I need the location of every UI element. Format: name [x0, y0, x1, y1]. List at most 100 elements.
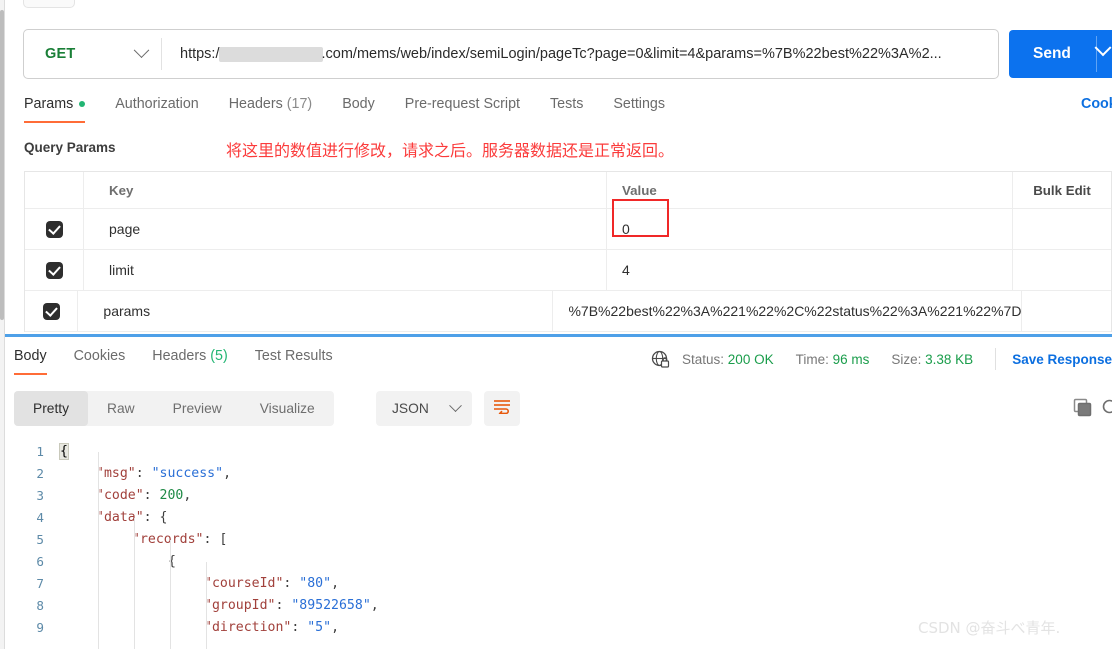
tab-settings[interactable]: Settings [613, 96, 665, 123]
response-tab-body[interactable]: Body [14, 348, 47, 375]
code-token: , [331, 575, 340, 591]
code-token: , [223, 465, 232, 481]
tab-pre-request-script[interactable]: Pre-request Script [405, 96, 520, 123]
bulk-edit-label: Bulk Edit [1033, 182, 1091, 198]
format-tab-raw[interactable]: Raw [88, 391, 154, 426]
tab-count: (5) [210, 348, 228, 364]
row-key-cell[interactable]: limit [84, 250, 607, 290]
language-selector[interactable]: JSON [376, 391, 472, 426]
code-token: "msg" [96, 465, 136, 481]
request-tab-chip[interactable] [23, 0, 75, 8]
row-value-cell[interactable]: %7B%22best%22%3A%221%22%2C%22status%22%3… [553, 291, 1023, 331]
tab-label: Pre-request Script [404, 96, 520, 112]
tab-tests[interactable]: Tests [550, 96, 583, 123]
indent-guide [134, 518, 135, 649]
code-token: [ [219, 531, 228, 547]
tab-label: Params [24, 96, 74, 112]
word-wrap-icon [493, 398, 511, 419]
tab-label: Tests [550, 96, 584, 112]
checkbox-checked-icon[interactable] [42, 302, 60, 320]
response-status-strip: Status: 200 OK Time: 96 ms Size: 3.38 KB… [651, 348, 1112, 370]
row-actions-cell [1013, 250, 1111, 290]
line-number: 2 [36, 465, 44, 481]
tab-params[interactable]: Params [24, 96, 86, 123]
save-response-button[interactable]: Save Response [1012, 352, 1112, 367]
response-tab-headers[interactable]: Headers (5) [152, 348, 228, 375]
code-line: 2 "msg": "success", [14, 462, 1112, 484]
row-key-cell[interactable]: params [78, 291, 554, 331]
row-checkbox-cell[interactable] [25, 209, 84, 249]
code-text: "groupId": "89522658", [60, 598, 379, 613]
row-checkbox-cell[interactable] [25, 250, 84, 290]
tab-body[interactable]: Body [342, 96, 375, 123]
line-number: 3 [36, 487, 44, 503]
panel-splitter[interactable] [5, 334, 1112, 337]
param-value: 0 [622, 221, 630, 237]
tab-headers[interactable]: Headers (17) [229, 96, 312, 123]
chevron-down-icon [133, 41, 150, 58]
param-value: %7B%22best%22%3A%221%22%2C%22status%22%3… [568, 303, 1022, 319]
cookies-link[interactable]: Cookies [1081, 96, 1112, 112]
left-scroll-rail[interactable] [0, 0, 5, 649]
line-number: 9 [36, 619, 44, 635]
code-token: : [203, 531, 220, 547]
code-token: 200 [159, 487, 184, 503]
tab-label: Body [14, 348, 47, 364]
code-line: 1{ [14, 440, 1112, 462]
word-wrap-button[interactable] [484, 391, 520, 426]
code-text: { [59, 442, 69, 460]
code-token: "records" [132, 531, 204, 547]
tab-label: Test Results [254, 348, 333, 364]
code-token: : [275, 597, 292, 613]
code-line: 3 "code": 200, [14, 484, 1112, 506]
send-button[interactable]: Send [1009, 30, 1112, 78]
row-value-cell[interactable]: 4 [607, 250, 1013, 290]
divider [1096, 36, 1097, 72]
code-token: "data" [96, 509, 144, 525]
checkbox-checked-icon[interactable] [45, 220, 63, 238]
code-line: 4 "data": { [14, 506, 1112, 528]
status-label: Status: 200 OK [682, 352, 774, 367]
code-text: "records": [ [60, 532, 227, 547]
bulk-edit-button[interactable]: Bulk Edit [1013, 172, 1111, 208]
language-label: JSON [392, 401, 429, 416]
checkbox-checked-icon[interactable] [45, 261, 63, 279]
row-key-cell[interactable]: page [84, 209, 607, 249]
format-tab-visualize[interactable]: Visualize [241, 391, 334, 426]
scrollbar-thumb[interactable] [0, 10, 4, 320]
code-token: : [143, 487, 160, 503]
param-key: params [103, 303, 151, 319]
code-token: "groupId" [204, 597, 276, 613]
url-input[interactable]: https:/ .com/mems/web/index/semiLogin/pag… [162, 46, 998, 62]
code-line: 6{ [14, 550, 1112, 572]
row-actions-cell [1022, 291, 1111, 331]
response-tab-test-results[interactable]: Test Results [255, 348, 333, 375]
postman-window: GET https:/ .com/mems/web/index/semiLogin… [0, 0, 1112, 649]
code-token: : [283, 575, 300, 591]
row-checkbox-cell[interactable] [25, 291, 79, 331]
code-text: { [60, 554, 176, 569]
row-value-cell[interactable]: 0 [607, 199, 1013, 249]
search-icon[interactable] [1101, 398, 1112, 423]
url-suffix: .com/mems/web/index/semiLogin/pageTc?pag… [321, 46, 942, 62]
format-tab-pretty[interactable]: Pretty [14, 391, 89, 426]
response-tabs: Body Cookies Headers (5) Test Results [14, 348, 360, 375]
format-tab-preview[interactable]: Preview [154, 391, 241, 426]
copy-icon[interactable] [1073, 398, 1093, 423]
url-redaction-block [218, 46, 323, 62]
response-format-tabs: Pretty Raw Preview Visualize [14, 391, 334, 426]
chevron-down-icon [449, 399, 462, 413]
tab-label: Headers [152, 348, 207, 364]
table-row: page 0 [25, 199, 1111, 250]
code-text: "direction": "5", [60, 620, 339, 635]
method-selector[interactable]: GET [24, 30, 161, 78]
tab-authorization[interactable]: Authorization [115, 96, 198, 123]
response-tab-cookies[interactable]: Cookies [74, 348, 126, 375]
time-value: 96 ms [832, 351, 870, 367]
size-text: Size: [891, 351, 922, 367]
indent-guide [206, 562, 207, 649]
code-token: { [59, 442, 69, 460]
code-token: { [159, 509, 168, 525]
line-number: 4 [36, 509, 44, 525]
code-token: , [183, 487, 192, 503]
